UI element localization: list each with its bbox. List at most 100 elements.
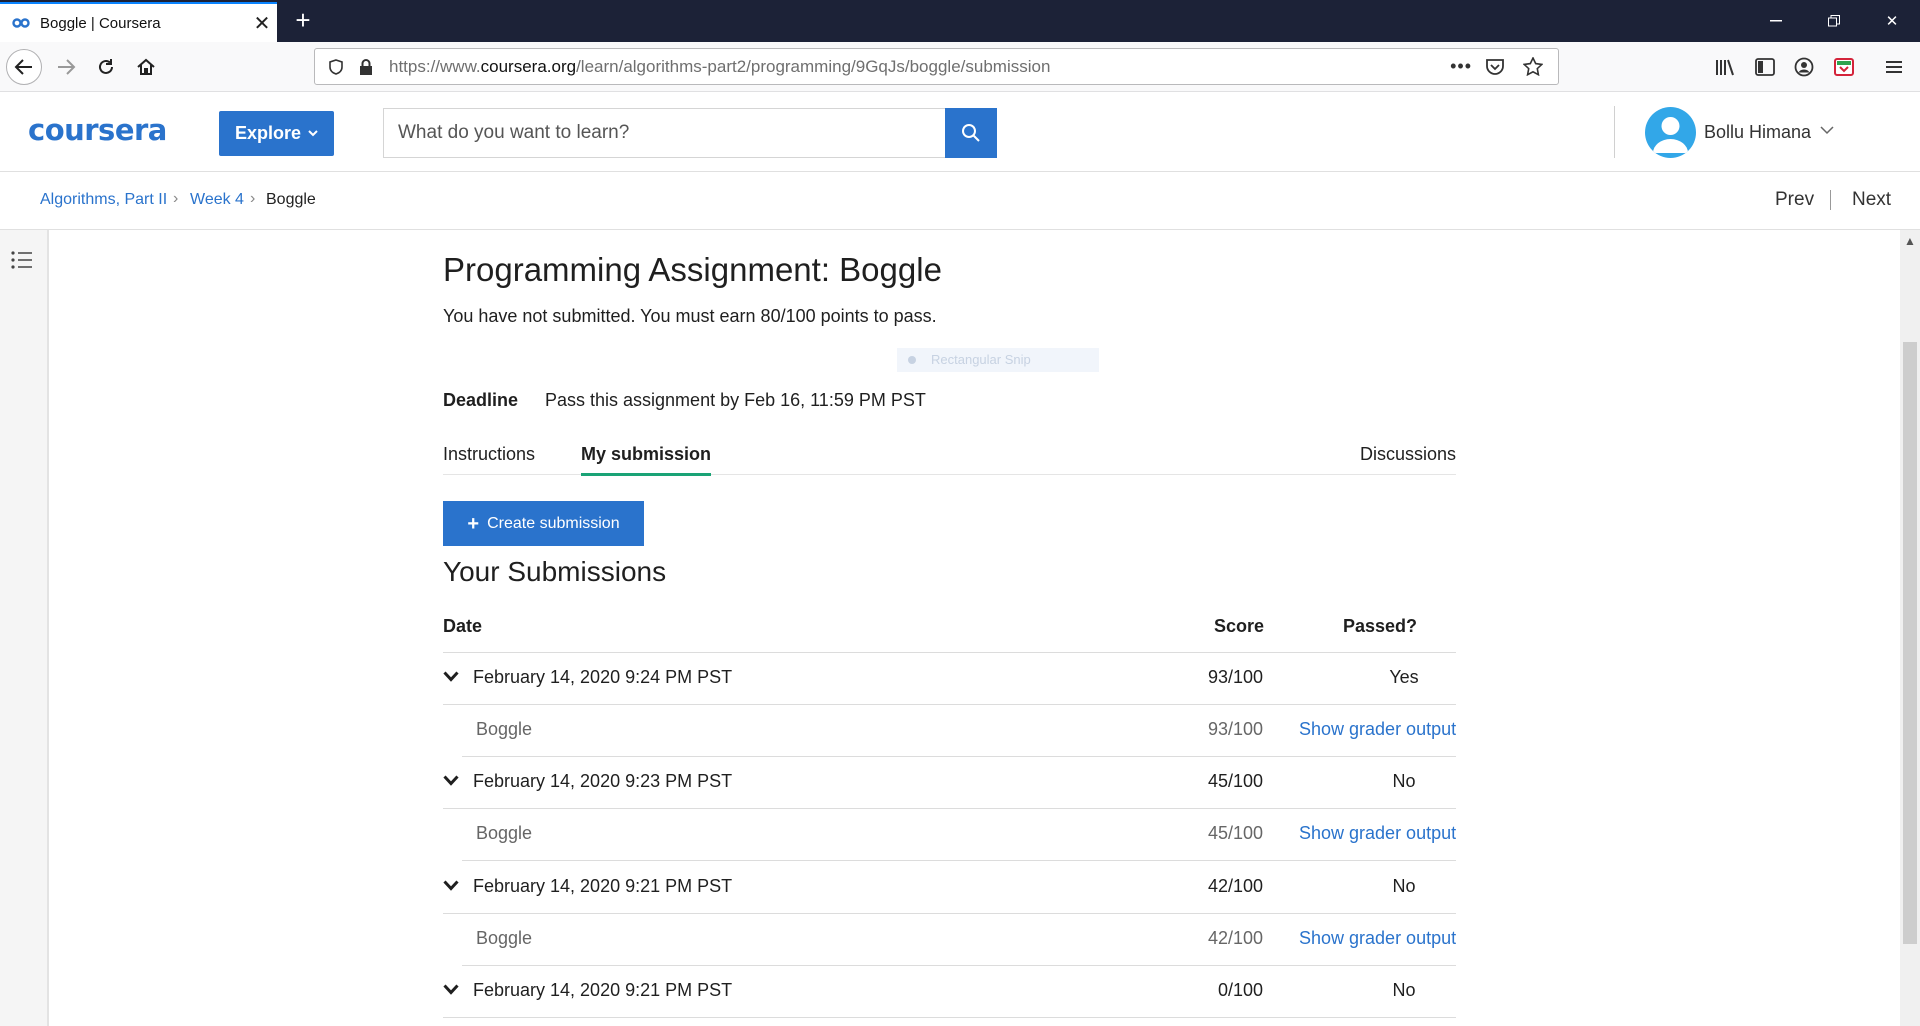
breadcrumb: Algorithms, Part II › Week 4 › Boggle Pr…: [0, 172, 1920, 230]
close-tab-icon[interactable]: ✕: [247, 11, 277, 36]
search-icon: [962, 124, 980, 142]
extension-icon[interactable]: [1827, 50, 1861, 84]
part-score: 93/100: [1207, 719, 1263, 739]
explore-button[interactable]: Explore: [219, 111, 334, 156]
submission-score: 45/100: [1207, 771, 1263, 791]
address-bar[interactable]: https://www.coursera.org/learn/algorithm…: [314, 48, 1559, 85]
plus-icon: +: [467, 512, 480, 535]
breadcrumb-course[interactable]: Algorithms, Part II: [40, 191, 167, 209]
create-submission-button[interactable]: + Create submission: [443, 501, 644, 546]
home-icon[interactable]: [128, 49, 164, 85]
back-arrow-icon[interactable]: [6, 49, 42, 85]
tab-title: Boggle | Coursera: [40, 14, 161, 32]
search-bar: [383, 108, 997, 158]
part-name: Boggle: [476, 823, 533, 843]
submission-date: February 14, 2020 9:21 PM PST: [473, 876, 733, 896]
minimize-icon[interactable]: [1748, 0, 1804, 42]
tab-discussions[interactable]: Discussions: [1360, 444, 1456, 465]
chevron-down-icon[interactable]: [443, 671, 459, 682]
submission-passed: No: [1392, 980, 1416, 1000]
user-menu-chevron-icon[interactable]: [1820, 122, 1834, 140]
chevron-down-icon[interactable]: [443, 880, 459, 891]
library-icon[interactable]: [1708, 50, 1742, 84]
submission-row[interactable]: February 14, 2020 9:23 PM PST 45/100 No: [443, 757, 1456, 809]
submission-date: February 14, 2020 9:23 PM PST: [473, 771, 733, 791]
submission-passed: Yes: [1389, 667, 1419, 687]
course-nav-rail: [0, 230, 49, 1026]
part-name: Boggle: [476, 928, 533, 948]
deadline-text: Pass this assignment by Feb 16, 11:59 PM…: [545, 390, 926, 410]
tracking-shield-icon[interactable]: [321, 52, 351, 82]
submission-passed: No: [1392, 876, 1416, 896]
forward-arrow-icon[interactable]: [48, 49, 84, 85]
restore-icon[interactable]: [1806, 0, 1862, 42]
bookmark-star-icon[interactable]: [1518, 52, 1548, 82]
next-link[interactable]: Next: [1852, 189, 1891, 211]
submission-score: 42/100: [1207, 876, 1263, 896]
submission-date: February 14, 2020 9:24 PM PST: [473, 667, 733, 687]
submission-date: February 14, 2020 9:21 PM PST: [473, 980, 733, 1000]
breadcrumb-current: Boggle: [266, 191, 316, 208]
chevron-down-icon: [308, 130, 318, 137]
tab-my-submission[interactable]: My submission: [581, 444, 712, 476]
chevron-down-icon[interactable]: [443, 984, 459, 995]
coursera-logo[interactable]: coursera: [28, 113, 167, 147]
show-grader-output-link[interactable]: Show grader output: [1299, 823, 1456, 844]
submission-row[interactable]: February 14, 2020 9:21 PM PST 42/100 No: [443, 862, 1456, 914]
part-name: Boggle: [476, 719, 533, 739]
snip-dot-icon: [908, 356, 916, 364]
more-actions-icon[interactable]: •••: [1450, 56, 1472, 77]
column-date: Date: [443, 616, 483, 636]
page-scrollbar[interactable]: ▲: [1900, 230, 1920, 1026]
show-grader-output-link[interactable]: Show grader output: [1299, 928, 1456, 949]
pocket-icon[interactable]: [1480, 52, 1510, 82]
site-header: coursera Explore Bollu Himana: [0, 92, 1920, 172]
prev-link[interactable]: Prev: [1775, 189, 1814, 211]
submission-part-row: Boggle 93/100 Show grader output: [462, 705, 1456, 757]
assignment-tabs: Instructions My submission Discussions: [443, 432, 1456, 476]
column-passed: Passed?: [1343, 616, 1418, 636]
browser-tab[interactable]: Boggle | Coursera ✕: [0, 2, 277, 42]
lock-icon[interactable]: [351, 52, 381, 82]
submission-part-row: Boggle 45/100 Show grader output: [462, 809, 1456, 861]
submission-row[interactable]: February 14, 2020 9:21 PM PST 0/100 No: [443, 966, 1456, 1018]
account-icon[interactable]: [1787, 50, 1821, 84]
deadline-label: Deadline: [443, 390, 519, 410]
new-tab-icon[interactable]: +: [288, 6, 318, 36]
part-score: 42/100: [1207, 928, 1263, 948]
snip-tool-overlay: Rectangular Snip: [897, 348, 1099, 372]
avatar[interactable]: [1645, 107, 1696, 158]
course-outline-list-icon[interactable]: [11, 250, 33, 275]
header-divider: [1614, 106, 1615, 158]
submission-part-row: Boggle 42/100 Show grader output: [462, 914, 1456, 966]
coursera-favicon-icon: [12, 17, 30, 29]
submission-row[interactable]: February 14, 2020 9:24 PM PST 93/100 Yes: [443, 653, 1456, 705]
show-grader-output-link[interactable]: Show grader output: [1299, 719, 1456, 740]
browser-toolbar: https://www.coursera.org/learn/algorithm…: [0, 42, 1920, 92]
submission-passed: No: [1392, 771, 1416, 791]
column-score: Score: [1214, 616, 1265, 636]
submission-score: 0/100: [1217, 980, 1263, 1000]
prev-next-divider: [1830, 190, 1831, 210]
chevron-down-icon[interactable]: [443, 775, 459, 786]
breadcrumb-week[interactable]: Week 4: [190, 191, 244, 209]
scroll-up-arrow-icon[interactable]: ▲: [1904, 234, 1916, 248]
scrollbar-thumb[interactable]: [1903, 342, 1917, 944]
browser-tab-bar: Boggle | Coursera ✕ + ✕: [0, 0, 1920, 42]
sidebar-toggle-icon[interactable]: [1748, 50, 1782, 84]
url-text: https://www.coursera.org/learn/algorithm…: [389, 56, 1051, 76]
user-name[interactable]: Bollu Himana: [1704, 122, 1811, 143]
search-input[interactable]: [384, 109, 945, 157]
page-title: Programming Assignment: Boggle: [443, 251, 942, 288]
submissions-table-header: Date Score Passed?: [443, 606, 1456, 653]
hamburger-menu-icon[interactable]: [1877, 50, 1911, 84]
breadcrumb-separator-icon: ›: [173, 190, 179, 207]
submissions-heading: Your Submissions: [443, 556, 667, 587]
reload-icon[interactable]: [88, 49, 124, 85]
part-score: 45/100: [1207, 823, 1263, 843]
submission-status-text: You have not submitted. You must earn 80…: [443, 306, 937, 326]
tab-instructions[interactable]: Instructions: [443, 444, 535, 465]
submission-score: 93/100: [1207, 667, 1263, 687]
search-button[interactable]: [945, 108, 997, 158]
close-window-icon[interactable]: ✕: [1864, 0, 1920, 42]
